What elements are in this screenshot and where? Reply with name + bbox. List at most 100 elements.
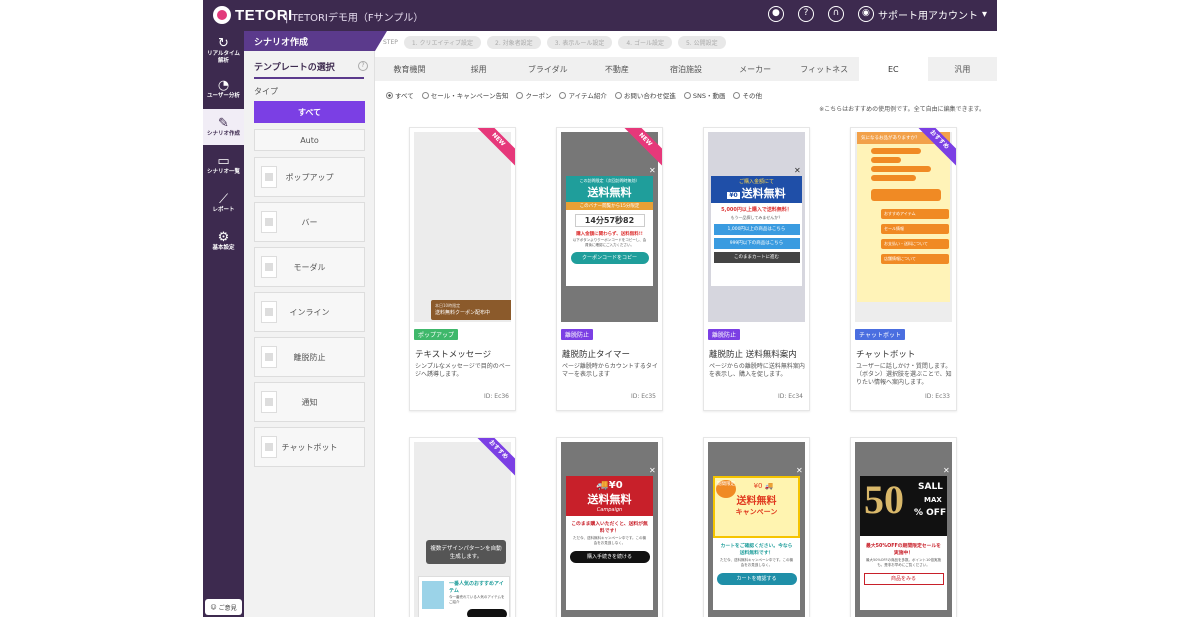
nav-settings[interactable]: ⚙ 基本設定 — [203, 223, 244, 259]
type-inline-button[interactable]: インライン — [254, 292, 365, 332]
chat-option: 店舗情報について — [881, 254, 949, 264]
filter-all[interactable]: すべて — [386, 90, 414, 100]
nav-report[interactable]: ⟋ レポート — [203, 185, 244, 221]
template-card[interactable]: 50 SALL MAX % OFF 最大50%OFFの期間限定セールを実施中！ … — [850, 437, 957, 617]
chat-option: セール情報 — [881, 224, 949, 234]
chat-bubble — [871, 148, 921, 154]
scenario-heading: シナリオ作成 — [244, 31, 387, 51]
banner-text: 送料無料クーポン配布中 — [435, 310, 491, 316]
left-nav: ↻ リアルタイム 解析 ◔ ユーザー分析 ✎ シナリオ作成 ▭ シナリオ一覧 ⟋ レポート… — [203, 31, 244, 617]
popup-header: ご購入金額にて ¥0 送料無料 — [711, 176, 802, 203]
template-card[interactable]: 期間限定 ¥0 🚚 送料無料 キャンペーン カートをご確認ください。今なら送料無… — [703, 437, 810, 617]
step-item[interactable]: 3. 表示ルール設定 — [546, 36, 613, 49]
nav-scenario-create[interactable]: ✎ シナリオ作成 — [203, 109, 244, 145]
popup-msg: 最大50%OFFの期間限定セールを実施中！ — [866, 544, 941, 556]
account-menu[interactable]: ◉ サポート用アカウント ▾ — [857, 6, 987, 22]
close-icon: ✕ — [649, 466, 656, 475]
close-icon: ✕ — [794, 166, 801, 175]
type-chatbot-button[interactable]: チャットボット — [254, 427, 365, 467]
type-popup-button[interactable]: ポップアップ — [254, 157, 365, 197]
type-all-button[interactable]: すべて — [254, 101, 365, 123]
card-preview: 50 SALL MAX % OFF 最大50%OFFの期間限定セールを実施中！ … — [855, 442, 952, 617]
support-icon[interactable]: ∩ — [827, 6, 844, 22]
nav-realtime[interactable]: ↻ リアルタイム 解析 — [203, 33, 244, 69]
tab-fitness[interactable]: フィットネス — [790, 57, 859, 81]
card-name: 離脱防止タイマー — [562, 350, 631, 360]
nav-scenario-list[interactable]: ▭ シナリオ一覧 — [203, 147, 244, 183]
step-indicator: STEP 1. クリエイティブ設定 2. 対象者設定 3. 表示ルール設定 4.… — [383, 36, 726, 49]
type-notify-button[interactable]: 通知 — [254, 382, 365, 422]
tab-bridal[interactable]: ブライダル — [513, 57, 582, 81]
folder-icon: ▭ — [217, 153, 230, 169]
item-image — [422, 581, 444, 609]
type-label: Auto — [300, 135, 319, 145]
type-label: モーダル — [293, 262, 326, 272]
type-label: 通知 — [301, 397, 318, 407]
popup-sub: もう一品探してみませんか？ — [730, 215, 783, 220]
gear-icon: ⚙ — [217, 229, 230, 245]
nav-label: レポート — [212, 206, 235, 213]
help-icon[interactable]: ? — [797, 6, 814, 22]
filter-sale[interactable]: セール・キャンペーン告知 — [421, 90, 508, 100]
tooltip-bubble: 複数デザインパターンを自動生成します。 — [426, 540, 506, 564]
card-preview: 期間限定 ¥0 🚚 送料無料 キャンペーン カートをご確認ください。今なら送料無… — [708, 442, 805, 617]
type-modal-button[interactable]: モーダル — [254, 247, 365, 287]
notification-icon[interactable]: ● — [767, 6, 784, 22]
tab-real-estate[interactable]: 不動産 — [582, 57, 651, 81]
type-label: タイプ — [254, 87, 278, 96]
account-name: サポート用アカウント — [877, 10, 978, 22]
template-panel-title: テンプレートの選択 — [254, 60, 364, 79]
filter-contact[interactable]: お問い合わせ促進 — [614, 90, 676, 100]
popup-button: クーポンコードをコピー — [570, 252, 649, 264]
chatbot-window: 気になるお品がありますか？ おすすめアイテム セール情報 お支払い・送料について… — [857, 132, 950, 302]
campaign-popup: 🚚¥0 送料無料 Campaign このまま購入いただくと、送料が無料です！ た… — [566, 476, 653, 610]
pie-chart-icon: ◔ — [217, 77, 230, 93]
banner-sub: 本日10時限定 — [435, 303, 461, 308]
tab-maker[interactable]: メーカー — [721, 57, 790, 81]
sale-header: 50 — [864, 480, 904, 520]
popup-limit: このバナー閲覧から15分限定 — [566, 202, 653, 210]
type-bar-button[interactable]: バー — [254, 202, 365, 242]
popup-big: 送料無料 — [587, 186, 632, 199]
category-tabs: 教育機関 採用 ブライダル 不動産 宿泊施設 メーカー フィットネス EC 汎用 — [375, 57, 997, 81]
template-card[interactable]: 気になるお品がありますか？ おすすめアイテム セール情報 お支払い・送料について… — [850, 127, 957, 411]
app-window: TETORI | TETORIデモ用（Fサンプル） ● ? ∩ ◉ サポート用ア… — [203, 0, 997, 617]
template-card[interactable]: ご購入金額にて ¥0 送料無料 5,000円以上購入で送料無料！ もう一品探してみ… — [703, 127, 810, 411]
type-label: 離脱防止 — [293, 352, 326, 362]
template-card[interactable]: 🚚¥0 送料無料 Campaign このまま購入いただくと、送料が無料です！ た… — [556, 437, 663, 617]
step-item[interactable]: 2. 対象者設定 — [487, 36, 541, 49]
filter-sns[interactable]: SNS・動画 — [683, 90, 725, 100]
template-card[interactable]: 本日10時限定 送料無料クーポン配布中 NEW ポップアップ テキストメッセージ… — [409, 127, 516, 411]
step-item[interactable]: 5. 公開設定 — [677, 36, 726, 49]
logo[interactable]: TETORI — [213, 6, 293, 24]
tab-recruit[interactable]: 採用 — [444, 57, 513, 81]
step-item[interactable]: 1. クリエイティブ設定 — [403, 36, 482, 49]
sale-label: SALL — [918, 482, 943, 492]
nav-user-analysis[interactable]: ◔ ユーザー分析 — [203, 71, 244, 107]
filter-coupon[interactable]: クーポン — [516, 90, 551, 100]
tab-hotel[interactable]: 宿泊施設 — [651, 57, 720, 81]
type-badge: チャットボット — [855, 329, 905, 340]
tab-education[interactable]: 教育機関 — [375, 57, 444, 81]
card-desc: ユーザーに話しかけ・質問します。（ボタン）選択肢を選ぶことで、知りたい情報へ案内… — [856, 363, 952, 386]
tab-general[interactable]: 汎用 — [928, 57, 997, 81]
filter-other[interactable]: その他 — [733, 90, 762, 100]
type-exit-button[interactable]: 離脱防止 — [254, 337, 365, 377]
filter-radios: すべて セール・キャンペーン告知 クーポン アイテム紹介 お問い合わせ促進 SN… — [386, 90, 762, 100]
template-card[interactable]: 複数デザインパターンを自動生成します。 一番人気のおすすめアイテム 今一番売れて… — [409, 437, 516, 617]
tab-ec[interactable]: EC — [858, 57, 928, 81]
popup-button: 購入手続きを続ける — [569, 551, 650, 563]
step-item[interactable]: 4. ゴール設定 — [618, 36, 672, 49]
popup-button: カートを確認する — [716, 573, 797, 585]
chat-bubble — [871, 175, 916, 181]
logo-icon — [213, 6, 231, 24]
help-icon[interactable]: ? — [358, 61, 368, 71]
type-label: すべて — [297, 107, 322, 117]
template-card[interactable]: この訪問限定（次回訪問時無効） 送料無料 このバナー閲覧から15分限定 14分5… — [556, 127, 663, 411]
type-label: バー — [301, 217, 318, 227]
filter-item[interactable]: アイテム紹介 — [559, 90, 607, 100]
close-icon: ✕ — [943, 466, 950, 475]
type-auto-button[interactable]: Auto — [254, 129, 365, 151]
feedback-button[interactable]: ☺ ご意見 — [205, 599, 242, 615]
popup-button: 商品をみる — [863, 573, 944, 585]
